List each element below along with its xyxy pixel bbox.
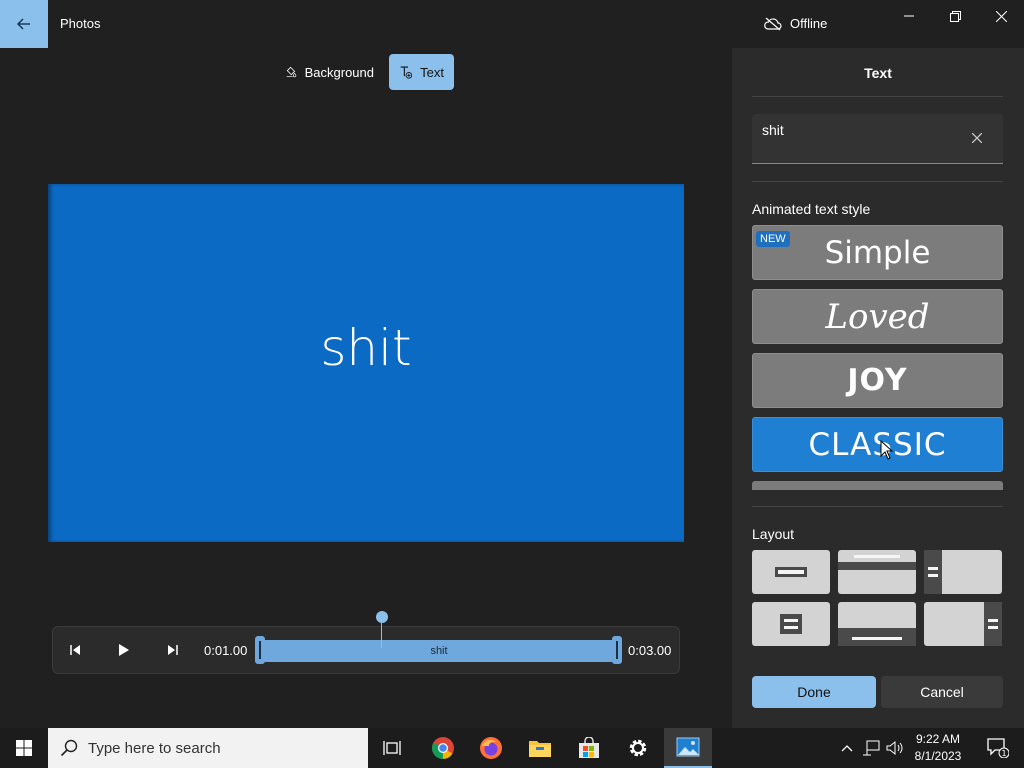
network-tray-button[interactable] <box>860 728 882 768</box>
text-add-icon <box>400 66 413 79</box>
playhead-line <box>381 622 382 648</box>
taskbar-clock[interactable]: 9:22 AM 8/1/2023 <box>906 731 970 765</box>
back-button[interactable] <box>0 0 48 48</box>
show-hidden-icons-button[interactable] <box>838 728 856 768</box>
style-joy-label: JOY <box>847 363 908 398</box>
restore-icon <box>949 10 961 22</box>
style-classic-label: CLASSIC <box>808 426 947 463</box>
text-tool-button[interactable]: Text <box>389 54 454 90</box>
close-button[interactable] <box>978 0 1024 32</box>
layout-right[interactable] <box>924 602 1002 646</box>
notification-icon: 1 <box>987 738 1009 758</box>
layout-center-banner[interactable] <box>752 550 830 594</box>
clear-text-button[interactable] <box>969 130 985 146</box>
back-arrow-icon <box>16 18 30 30</box>
clock-date: 8/1/2023 <box>914 749 962 763</box>
layout-left[interactable] <box>924 550 1002 594</box>
photos-icon <box>676 737 700 757</box>
style-joy[interactable]: JOY <box>752 353 1003 408</box>
style-classic[interactable]: CLASSIC <box>752 417 1003 472</box>
gear-icon <box>629 739 647 757</box>
text-tool-label: Text <box>420 64 444 80</box>
minimize-icon <box>904 15 914 17</box>
volume-tray-button[interactable] <box>884 728 906 768</box>
start-time: 0:01.00 <box>204 643 248 658</box>
background-tool-button[interactable]: Background <box>276 54 384 90</box>
paint-bucket-icon <box>286 66 297 78</box>
track-label: shit <box>430 645 448 657</box>
chrome-icon <box>432 737 454 759</box>
layout-label: Layout <box>752 526 795 542</box>
play-icon <box>119 644 129 656</box>
text-input-value: shit <box>762 122 784 138</box>
text-input[interactable]: shit <box>752 114 1003 164</box>
chrome-taskbar-button[interactable] <box>419 728 467 768</box>
start-button[interactable] <box>0 728 48 768</box>
step-back-icon <box>70 645 80 655</box>
play-button[interactable] <box>110 636 138 664</box>
task-view-icon <box>383 741 401 755</box>
next-frame-button[interactable] <box>158 636 186 664</box>
folder-icon <box>529 741 551 757</box>
trim-end-handle[interactable] <box>612 636 622 664</box>
minimize-button[interactable] <box>886 0 932 32</box>
search-placeholder: Type here to search <box>88 739 221 757</box>
done-button[interactable]: Done <box>752 676 876 708</box>
taskbar-search[interactable]: Type here to search <box>48 728 368 768</box>
divider <box>752 181 1003 182</box>
end-time: 0:03.00 <box>628 643 672 658</box>
offline-label: Offline <box>790 16 828 31</box>
restore-button[interactable] <box>932 0 978 32</box>
notifications-button[interactable]: 1 <box>978 728 1018 768</box>
playhead[interactable] <box>376 611 388 623</box>
trim-start-handle[interactable] <box>255 636 265 664</box>
speaker-icon <box>886 740 903 756</box>
previous-frame-button[interactable] <box>62 636 90 664</box>
store-taskbar-button[interactable] <box>565 728 613 768</box>
style-simple-label: Simple <box>824 234 931 271</box>
offline-status[interactable]: Offline <box>764 16 827 31</box>
style-next-partial[interactable] <box>752 481 1003 490</box>
clock-time: 9:22 AM <box>915 732 961 746</box>
layout-bottom[interactable] <box>838 602 916 646</box>
panel-title: Text <box>864 65 892 81</box>
background-tool-label: Background <box>304 64 374 80</box>
new-badge: NEW <box>756 231 790 247</box>
layout-top[interactable] <box>838 550 916 594</box>
task-view-button[interactable] <box>368 728 416 768</box>
style-loved[interactable]: Loved <box>752 289 1003 344</box>
text-duration-track[interactable]: shit <box>262 640 616 662</box>
search-icon <box>60 739 78 757</box>
store-icon <box>579 737 599 758</box>
windows-logo-icon <box>16 740 32 756</box>
preview-text: shit <box>320 319 412 377</box>
app-title: Photos <box>60 16 101 31</box>
layout-center-box[interactable] <box>752 602 830 646</box>
cancel-button[interactable]: Cancel <box>881 676 1003 708</box>
mouse-cursor-icon <box>880 440 894 460</box>
notification-count: 1 <box>1001 749 1006 758</box>
firefox-icon <box>480 737 502 759</box>
file-explorer-taskbar-button[interactable] <box>516 728 564 768</box>
style-simple[interactable]: Simple NEW <box>752 225 1003 280</box>
step-forward-icon <box>168 645 178 655</box>
animated-style-label: Animated text style <box>752 201 871 217</box>
close-icon <box>995 10 1007 22</box>
cloud-offline-icon <box>764 17 782 30</box>
chevron-up-icon <box>841 745 853 752</box>
style-loved-label: Loved <box>825 296 930 337</box>
clear-icon <box>972 133 982 143</box>
divider <box>752 96 1003 97</box>
video-preview: shit <box>48 184 684 542</box>
settings-taskbar-button[interactable] <box>614 728 662 768</box>
firefox-taskbar-button[interactable] <box>467 728 515 768</box>
network-icon <box>863 740 880 756</box>
divider <box>752 506 1003 507</box>
photos-taskbar-button[interactable] <box>664 728 712 768</box>
